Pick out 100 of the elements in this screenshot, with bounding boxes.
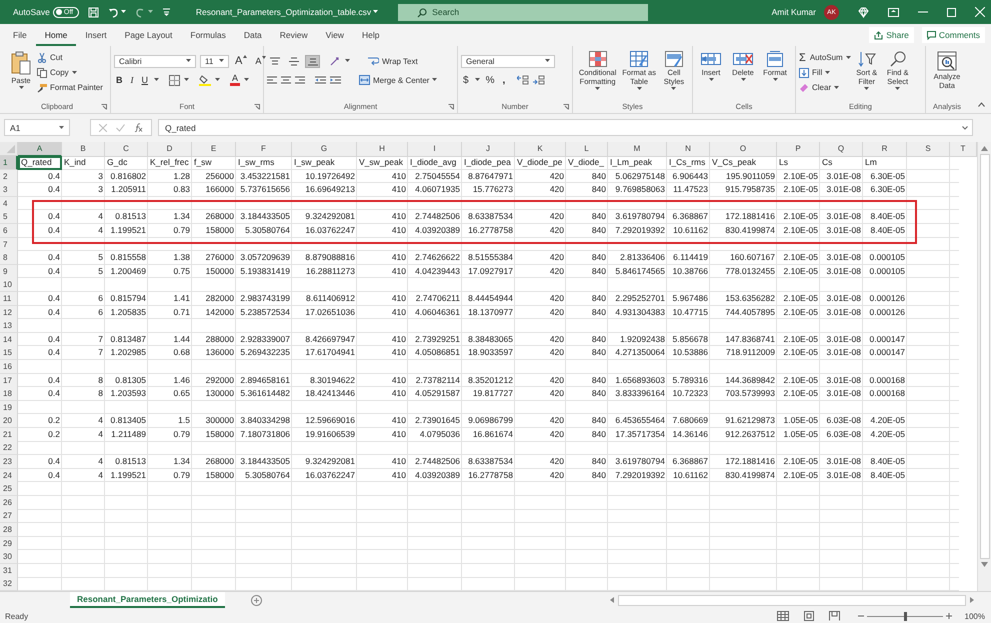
row-header[interactable]: 9 <box>0 264 18 279</box>
menu-tab[interactable]: Help <box>352 24 388 46</box>
menu-tab[interactable]: Data <box>234 24 271 46</box>
row-header[interactable]: 1 <box>0 156 18 170</box>
share-button[interactable]: Share <box>869 27 914 43</box>
row-header[interactable]: 28 <box>0 523 18 538</box>
table-cell-text: 3 <box>97 183 104 196</box>
row-header[interactable]: 23 <box>0 455 18 470</box>
row-header[interactable]: 2 <box>0 170 18 184</box>
row-header[interactable]: 25 <box>0 482 18 496</box>
row-header[interactable]: 31 <box>0 564 18 578</box>
search-field[interactable]: Search <box>398 4 648 20</box>
zoom-level[interactable]: 100% <box>964 612 985 620</box>
table-cell-text: 158000 <box>204 224 235 237</box>
row-header[interactable]: 27 <box>0 509 18 524</box>
column-header[interactable]: P <box>777 142 820 157</box>
row-header[interactable]: 3 <box>0 183 18 198</box>
column-header[interactable]: S <box>907 142 950 157</box>
row-header[interactable]: 22 <box>0 441 18 456</box>
table-cell-text: 420 <box>548 264 565 278</box>
table-cell-text: 0.81513 <box>114 455 147 468</box>
italic-button[interactable]: I <box>128 75 136 85</box>
number-format-field[interactable]: General <box>461 54 555 68</box>
row-header[interactable]: 18 <box>0 387 18 402</box>
fill-button[interactable]: Fill <box>799 66 851 79</box>
row-header[interactable]: 7 <box>0 238 18 252</box>
column-header[interactable]: Q <box>820 142 863 157</box>
row-header[interactable]: 30 <box>0 550 18 564</box>
column-header[interactable]: D <box>148 142 192 157</box>
shrink-font-button[interactable]: A <box>253 56 268 66</box>
row-header[interactable]: 24 <box>0 468 18 483</box>
row-header[interactable]: 20 <box>0 414 18 428</box>
table-cell-text: 0.4 <box>47 332 61 346</box>
row-header[interactable]: 10 <box>0 278 18 292</box>
file-name[interactable]: Resonant_Parameters_Optimization_table.csv <box>196 7 372 17</box>
grow-font-button[interactable]: A <box>233 55 250 67</box>
cut-button[interactable]: Cut <box>37 51 103 64</box>
font-color-button[interactable]: A <box>230 74 240 86</box>
font-size-field[interactable]: 11 <box>200 54 229 68</box>
row-header[interactable]: 13 <box>0 319 18 334</box>
menu-tab[interactable]: Review <box>270 24 317 46</box>
column-header[interactable]: A <box>18 142 62 157</box>
column-header[interactable]: E <box>192 142 236 157</box>
column-header[interactable]: T <box>950 142 977 157</box>
menu-tab[interactable]: Home <box>36 24 76 46</box>
row-header[interactable]: 4 <box>0 196 18 211</box>
column-header[interactable]: R <box>863 142 907 157</box>
column-header[interactable]: L <box>566 142 608 157</box>
merge-center-button[interactable]: Merge & Center <box>359 74 438 86</box>
column-header[interactable]: M <box>608 142 667 157</box>
row-header[interactable]: 6 <box>0 224 18 238</box>
column-header[interactable]: F <box>236 142 292 157</box>
row-header[interactable]: 11 <box>0 292 18 306</box>
column-header[interactable]: H <box>357 142 408 157</box>
column-header[interactable]: J <box>462 142 515 157</box>
menu-tab[interactable]: View <box>316 24 353 46</box>
underline-button[interactable]: U <box>140 75 150 85</box>
row-header[interactable]: 15 <box>0 346 18 360</box>
table-cell-text: 7 <box>97 332 104 346</box>
font-name-field[interactable]: Calibri <box>114 54 196 68</box>
currency-button[interactable]: $ <box>461 74 471 86</box>
menu-tab[interactable]: File <box>4 24 36 46</box>
row-header[interactable]: 21 <box>0 428 18 442</box>
percent-button[interactable]: % <box>484 74 496 86</box>
row-header[interactable]: 19 <box>0 400 18 415</box>
row-header[interactable]: 26 <box>0 496 18 510</box>
wrap-text-button[interactable]: Wrap Text <box>368 54 418 68</box>
column-header[interactable]: O <box>710 142 777 157</box>
row-header[interactable]: 12 <box>0 306 18 320</box>
menu-tab[interactable]: Formulas <box>181 24 235 46</box>
table-cell-text: 268000 <box>204 455 235 468</box>
comments-button[interactable]: Comments <box>922 27 985 43</box>
row-header[interactable]: 32 <box>0 577 18 591</box>
row-header[interactable]: 5 <box>0 210 18 224</box>
column-header[interactable]: I <box>408 142 462 157</box>
copy-button[interactable]: Copy <box>37 66 103 79</box>
autosum-button[interactable]: Σ AutoSum <box>799 51 851 64</box>
row-header[interactable]: 14 <box>0 332 18 347</box>
bold-button[interactable]: B <box>114 75 124 85</box>
format-painter-button[interactable]: Format Painter <box>37 81 103 94</box>
sheet-tab[interactable]: Resonant_Parameters_Optimizatio <box>70 592 225 608</box>
formula-field[interactable]: Q_rated <box>158 119 973 136</box>
menu-tab[interactable]: Insert <box>76 24 116 46</box>
table-cell-text: 3.01E-08 <box>826 170 862 183</box>
column-header[interactable]: B <box>62 142 105 157</box>
clear-button[interactable]: Clear <box>799 81 851 94</box>
column-header[interactable]: G <box>292 142 357 157</box>
column-header[interactable]: N <box>667 142 710 157</box>
table-cell-text: 830.4199874 <box>724 224 776 237</box>
row-header[interactable]: 16 <box>0 360 18 374</box>
row-header[interactable]: 17 <box>0 374 18 388</box>
column-header[interactable]: K <box>515 142 566 157</box>
menu-tab[interactable]: Page Layout <box>116 24 182 46</box>
table-cell-text: 830.4199874 <box>724 468 776 482</box>
name-box[interactable]: A1 <box>4 119 70 136</box>
comma-style-button[interactable]: , <box>500 74 508 86</box>
row-header[interactable]: 8 <box>0 251 18 266</box>
row-header[interactable]: 29 <box>0 536 18 551</box>
table-cell-text: 840 <box>590 264 607 278</box>
column-header[interactable]: C <box>105 142 148 157</box>
